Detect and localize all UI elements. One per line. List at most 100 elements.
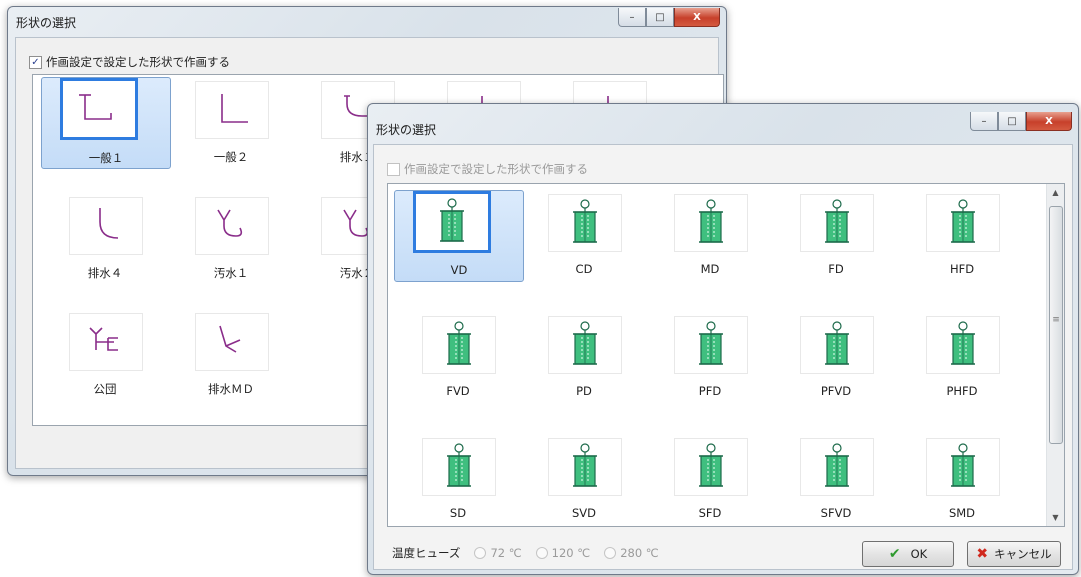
radio-dot[interactable]	[535, 547, 548, 559]
shape-label: PHFD	[946, 384, 978, 398]
shape-thumbnail-icon	[60, 78, 138, 140]
shape-label: 汚水１	[213, 266, 249, 280]
shape-label: FD	[828, 262, 844, 276]
damper-tile[interactable]: PD	[520, 312, 648, 402]
minimize-button[interactable]: –	[618, 8, 646, 27]
fuse-label: 温度ヒューズ	[392, 546, 461, 560]
shape-label: FVD	[446, 384, 470, 398]
damper-tile[interactable]: PFVD	[772, 312, 900, 402]
front-shape-dialog: 形状の選択 – □ X 作画設定で設定した形状で作画する VD CD MD FD HFD…	[367, 103, 1079, 575]
damper-tile[interactable]: MD	[646, 190, 774, 280]
damper-tile[interactable]: FD	[772, 190, 900, 280]
damper-shape-list: VD CD MD FD HFD FVD PD PFD PFVD PHFD SD SVD SFD SFVD S…	[387, 183, 1065, 527]
shape-thumbnail-icon	[422, 438, 496, 496]
front-window-title: 形状の選択	[376, 123, 437, 137]
shape-tile[interactable]: 一般１	[41, 77, 171, 169]
shape-tile[interactable]: 排水ＭＤ	[167, 309, 295, 399]
shape-thumbnail-icon	[800, 316, 874, 374]
shape-label: 一般１	[88, 151, 124, 165]
damper-tile[interactable]: SMD	[898, 434, 1026, 524]
shape-label: PD	[576, 384, 592, 398]
damper-tile[interactable]: HFD	[898, 190, 1026, 280]
vertical-scrollbar[interactable]: ▲ ≡ ▼	[1046, 184, 1064, 526]
shape-label: VD	[450, 263, 468, 277]
ok-label: OK	[910, 547, 928, 561]
scroll-down-icon[interactable]: ▼	[1047, 509, 1064, 526]
back-window-title: 形状の選択	[16, 16, 77, 30]
shape-thumbnail-icon	[69, 197, 143, 255]
shape-label: 一般２	[213, 150, 249, 164]
shape-thumbnail-icon	[674, 316, 748, 374]
checkbox-label: 作画設定で設定した形状で作画する	[404, 162, 588, 176]
front-title-bar[interactable]: 形状の選択 – □ X	[368, 104, 1078, 137]
damper-tile[interactable]: PHFD	[898, 312, 1026, 402]
damper-tile[interactable]: SD	[394, 434, 522, 524]
fuse-72-radio[interactable]: 72 ℃	[474, 546, 522, 560]
radio-dot[interactable]	[604, 547, 617, 559]
damper-tile[interactable]: SFD	[646, 434, 774, 524]
damper-tile[interactable]: SFVD	[772, 434, 900, 524]
use-drawing-settings-checkbox[interactable]: ✓ 作画設定で設定した形状で作画する	[29, 54, 230, 70]
scroll-up-icon[interactable]: ▲	[1047, 184, 1064, 201]
shape-label: CD	[575, 262, 593, 276]
checkbox-label: 作画設定で設定した形状で作画する	[46, 55, 230, 69]
shape-label: PFVD	[820, 384, 852, 398]
close-button[interactable]: X	[674, 8, 720, 27]
close-button[interactable]: X	[1026, 112, 1072, 131]
fuse-72-label: 72 ℃	[490, 546, 522, 560]
shape-label: 排水ＭＤ	[208, 382, 254, 396]
fuse-120-label: 120 ℃	[551, 546, 591, 560]
shape-thumbnail-icon	[674, 438, 748, 496]
shape-thumbnail-icon	[413, 191, 491, 253]
cancel-label: キャンセル	[994, 547, 1052, 561]
shape-thumbnail-icon	[69, 313, 143, 371]
shape-tile[interactable]: 一般２	[167, 77, 295, 167]
temperature-fuse-group: 温度ヒューズ 72 ℃ 120 ℃ 280 ℃	[392, 545, 659, 561]
shape-thumbnail-icon	[195, 81, 269, 139]
damper-tile[interactable]: FVD	[394, 312, 522, 402]
damper-tile[interactable]: VD	[394, 190, 524, 282]
shape-label: SFVD	[820, 506, 852, 520]
shape-thumbnail-icon	[548, 194, 622, 252]
shape-thumbnail-icon	[926, 316, 1000, 374]
damper-tile[interactable]: PFD	[646, 312, 774, 402]
shape-thumbnail-icon	[926, 194, 1000, 252]
check-icon: ✔	[888, 546, 901, 562]
shape-thumbnail-icon	[800, 194, 874, 252]
checkbox-box[interactable]	[387, 162, 400, 176]
shape-thumbnail-icon	[195, 313, 269, 371]
shape-tile[interactable]: 汚水１	[167, 193, 295, 283]
shape-thumbnail-icon	[800, 438, 874, 496]
maximize-button[interactable]: □	[998, 112, 1026, 131]
back-title-bar[interactable]: 形状の選択 – □ X	[8, 7, 726, 35]
shape-label: SFD	[698, 506, 722, 520]
shape-label: 公団	[93, 382, 117, 396]
front-client-area: 作画設定で設定した形状で作画する VD CD MD FD HFD FVD PD PFD PFVD…	[373, 144, 1073, 570]
fuse-120-radio[interactable]: 120 ℃	[535, 546, 591, 560]
fuse-280-label: 280 ℃	[620, 546, 659, 560]
shape-label: HFD	[949, 262, 975, 276]
shape-thumbnail-icon	[674, 194, 748, 252]
maximize-button[interactable]: □	[646, 8, 674, 27]
shape-thumbnail-icon	[195, 197, 269, 255]
ok-button[interactable]: ✔ OK	[862, 541, 954, 567]
scrollbar-thumb[interactable]: ≡	[1049, 206, 1063, 444]
shape-label: SMD	[948, 506, 976, 520]
cancel-button[interactable]: ✖ キャンセル	[967, 541, 1061, 567]
shape-label: PFD	[698, 384, 722, 398]
shape-thumbnail-icon	[548, 316, 622, 374]
shape-tile[interactable]: 公団	[41, 309, 169, 399]
use-drawing-settings-checkbox[interactable]: 作画設定で設定した形状で作画する	[387, 161, 588, 177]
shape-label: SD	[449, 506, 467, 520]
checkbox-box[interactable]: ✓	[29, 55, 42, 69]
damper-tile[interactable]: SVD	[520, 434, 648, 524]
shape-label: 排水４	[87, 266, 123, 280]
damper-tile[interactable]: CD	[520, 190, 648, 280]
shape-thumbnail-icon	[422, 316, 496, 374]
fuse-280-radio[interactable]: 280 ℃	[604, 546, 659, 560]
cross-icon: ✖	[976, 546, 989, 562]
radio-dot[interactable]	[474, 547, 487, 559]
scroll-grip-icon: ≡	[1052, 315, 1060, 325]
minimize-button[interactable]: –	[970, 112, 998, 131]
shape-tile[interactable]: 排水４	[41, 193, 169, 283]
